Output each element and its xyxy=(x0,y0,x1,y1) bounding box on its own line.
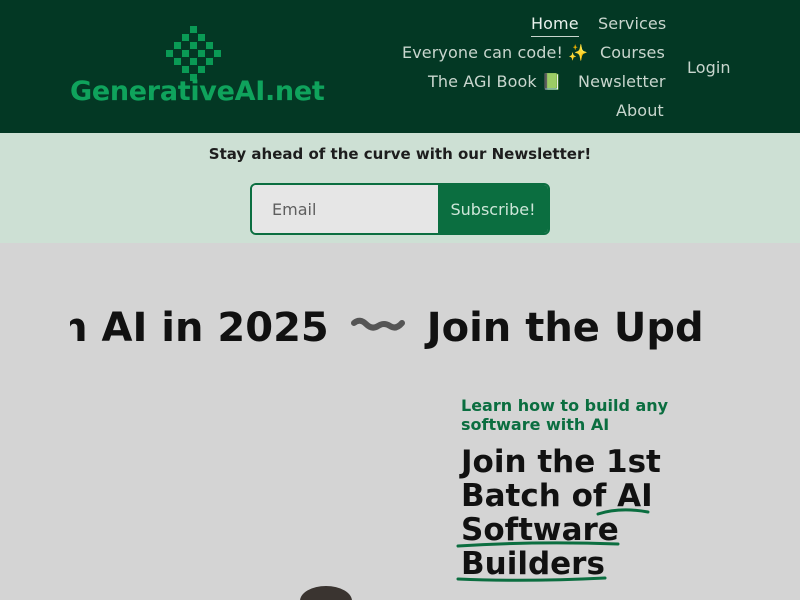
logo-pixel-icon xyxy=(166,26,226,82)
site-header: GenerativeAI.net Home Services Everyone … xyxy=(0,0,800,133)
announcement-marquee: th AI in 2025 Join the Upd xyxy=(70,300,729,360)
nav-courses[interactable]: Courses xyxy=(600,43,665,62)
hero-kicker: Learn how to build any software with AI xyxy=(461,396,669,434)
marquee-text-1: th AI in 2025 xyxy=(70,305,329,351)
nav-about[interactable]: About xyxy=(616,101,664,120)
login-link[interactable]: Login xyxy=(687,58,731,77)
nav-services[interactable]: Services xyxy=(598,14,666,33)
newsletter-title: Stay ahead of the curve with our Newslet… xyxy=(208,145,592,163)
nav-everyone-can-code[interactable]: Everyone can code! ✨ xyxy=(402,43,588,62)
hero-title: Join the 1st Batch of AI Software Builde… xyxy=(461,445,721,581)
nav-home[interactable]: Home xyxy=(531,14,579,37)
newsletter-section: Stay ahead of the curve with our Newslet… xyxy=(0,133,800,243)
wave-icon xyxy=(350,316,405,341)
newsletter-form: Subscribe! xyxy=(250,183,550,235)
marquee-text-2: Join the Upd xyxy=(426,305,704,351)
email-input[interactable] xyxy=(252,185,438,233)
hero-photo xyxy=(300,586,352,600)
nav-agi-book[interactable]: The AGI Book 📗 xyxy=(428,72,562,91)
hero-title-line: Software xyxy=(461,512,619,548)
hero-title-line: Builders xyxy=(461,546,605,582)
nav-newsletter[interactable]: Newsletter xyxy=(578,72,666,91)
subscribe-button[interactable]: Subscribe! xyxy=(438,185,548,233)
site-logo[interactable]: GenerativeAI.net xyxy=(70,26,330,108)
hero-title-line: Batch of AI xyxy=(461,478,653,514)
logo-text: GenerativeAI.net xyxy=(70,76,325,107)
hero-title-line: Join the 1st xyxy=(461,444,661,480)
